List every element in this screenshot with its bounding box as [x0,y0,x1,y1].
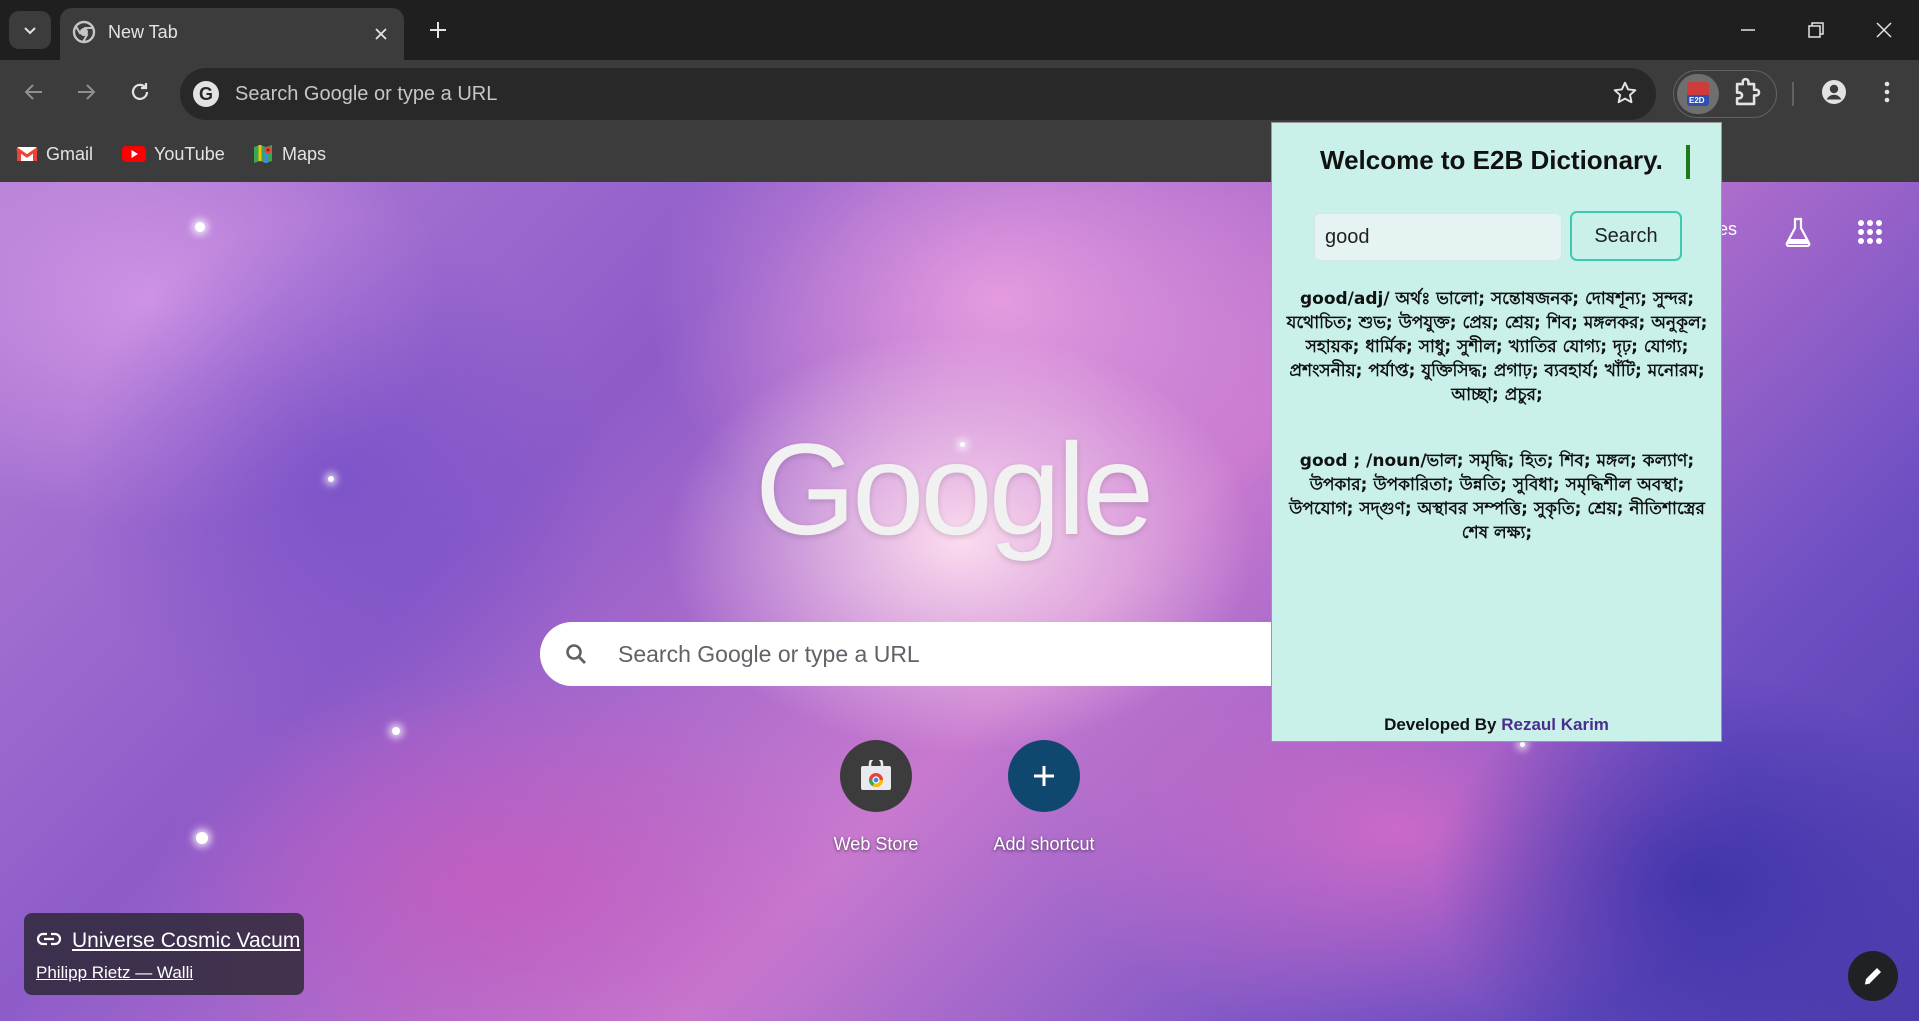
minimize-button[interactable] [1724,10,1772,50]
restore-icon [1808,22,1824,38]
customize-chrome-button[interactable] [1848,951,1898,1001]
gmail-icon [16,147,38,161]
address-bar[interactable]: G Search Google or type a URL [180,68,1656,120]
chrome-icon [72,20,96,44]
popup-footer: Developed By Rezaul Karim [1272,715,1721,735]
background-star [392,727,400,735]
tab-search-button[interactable] [9,11,51,49]
shortcut-add[interactable]: Add shortcut [984,740,1104,855]
kebab-menu-icon [1884,81,1890,103]
toolbar-separator [1792,82,1794,106]
e2b-dictionary-popup: Welcome to E2B Dictionary. Search good/a… [1271,122,1722,742]
bookmark-gmail[interactable]: Gmail [16,138,93,170]
youtube-icon [122,146,146,162]
ntp-search-placeholder: Search Google or type a URL [618,641,920,667]
profile-button[interactable] [1816,74,1852,110]
tab-strip: New Tab [0,0,1919,60]
typing-caret [1686,145,1690,179]
background-star [1520,742,1525,747]
minimize-icon [1741,29,1755,31]
search-button[interactable]: Search [1570,211,1682,261]
background-author-link[interactable]: Philipp Rietz — Walli [36,963,193,983]
bookmark-label: Gmail [46,143,94,164]
e2b-extension-button[interactable]: E2D [1677,74,1719,114]
background-attribution: Universe Cosmic Vacum Philipp Rietz — Wa… [24,913,304,995]
footer-prefix: Developed By [1384,715,1502,734]
svg-text:G: G [199,84,213,104]
google-g-icon: G [192,80,220,108]
forward-button[interactable] [68,74,104,110]
close-tab-icon[interactable] [368,21,394,47]
puzzle-icon[interactable] [1730,77,1764,111]
address-bar-placeholder: Search Google or type a URL [235,83,498,105]
shortcut-web-store[interactable]: Web Store [816,740,936,855]
chrome-labs-button[interactable] [1778,212,1818,252]
arrow-left-icon [24,84,42,100]
tab-new-tab[interactable]: New Tab [60,8,404,60]
arrow-right-icon [78,84,96,100]
tab-title: New Tab [108,22,178,42]
background-star [195,222,205,232]
word-search-input[interactable] [1314,213,1562,261]
plus-icon [430,22,446,38]
bookmark-star-icon[interactable] [1612,80,1638,106]
bookmark-maps[interactable]: Maps [252,138,326,170]
restore-button[interactable] [1792,10,1840,50]
flask-icon [1785,217,1811,247]
bookmark-youtube[interactable]: YouTube [122,138,225,170]
back-button[interactable] [16,74,52,110]
reload-button[interactable] [122,74,158,110]
ntp-search-box[interactable]: Search Google or type a URL [540,622,1300,686]
shortcut-label: Web Store [833,834,919,854]
bookmark-label: Maps [282,143,327,164]
link-icon [36,931,62,947]
close-icon [1876,22,1892,38]
background-star [328,476,334,482]
chrome-menu-button[interactable] [1872,74,1902,110]
shortcut-label: Add shortcut [993,834,1095,854]
toolbar: G Search Google or type a URL E2D [0,60,1919,126]
definition-adjective: good/adj/ অর্থঃ ভালো; সন্তোষজনক; দোষশূন্… [1286,289,1708,405]
google-logo: Google [755,416,1154,562]
chevron-down-icon [24,27,36,35]
background-title-link[interactable]: Universe Cosmic Vacum [72,929,300,953]
new-tab-button[interactable] [422,14,454,46]
pencil-icon [1864,968,1881,985]
profile-icon [1822,80,1846,104]
reload-icon [131,83,149,100]
apps-grid-icon [1858,220,1882,244]
developer-name[interactable]: Rezaul Karim [1501,715,1609,734]
maps-icon [254,145,272,163]
e2b-badge-text: E2D [1689,96,1705,105]
background-star [196,832,208,844]
webstore-icon [840,740,912,812]
definition-noun: good ; /noun/ভাল; সমৃদ্ধি; হিত; শিব; মঙ্… [1289,451,1705,543]
plus-icon [1008,740,1080,812]
google-apps-button[interactable] [1850,212,1890,252]
search-icon [564,642,588,666]
extensions-group: E2D [1673,70,1777,118]
popup-title: Welcome to E2B Dictionary. [1320,145,1663,175]
close-window-button[interactable] [1860,10,1908,50]
bookmark-label: YouTube [154,143,225,164]
